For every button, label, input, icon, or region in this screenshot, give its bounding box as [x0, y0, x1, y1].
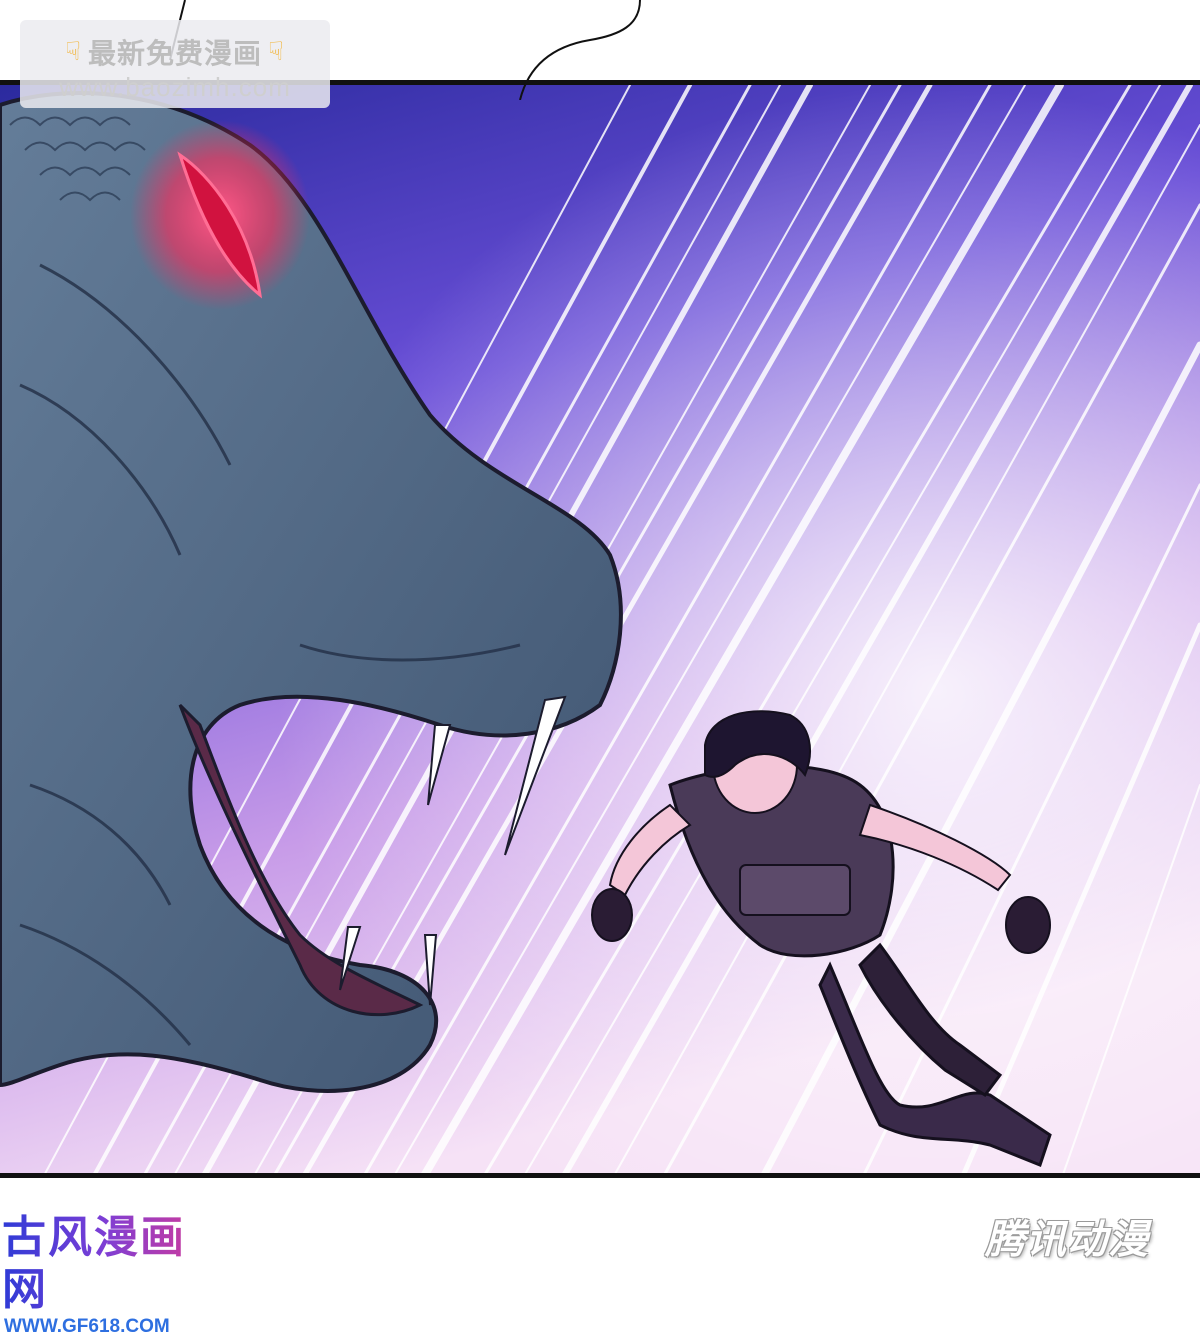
comic-page: ☟ 最新免费漫画 ☟ www.baozimh.com 古风漫画网 WWW.GF6…: [0, 0, 1200, 1337]
brand-logo-right: 腾讯动漫: [985, 1217, 1149, 1263]
watermark-title: 最新免费漫画: [87, 37, 262, 70]
comic-panel: [0, 80, 1200, 1178]
brand-left-url: WWW.GF618.COM: [4, 1316, 170, 1337]
watermark-title-row: ☟ 最新免费漫画 ☟: [40, 32, 310, 72]
brand-left-name: 古风漫画网: [2, 1212, 222, 1316]
panel-artwork: [0, 85, 1200, 1173]
pointing-down-hand-icon: ☟: [268, 37, 285, 67]
brand-logo-left: 古风漫画网 WWW.GF618.COM: [2, 1212, 222, 1337]
watermark-badge: ☟ 最新免费漫画 ☟ www.baozimh.com: [20, 20, 330, 108]
watermark-url: www.baozimh.com: [59, 72, 291, 102]
pointing-down-hand-icon: ☟: [65, 37, 82, 67]
